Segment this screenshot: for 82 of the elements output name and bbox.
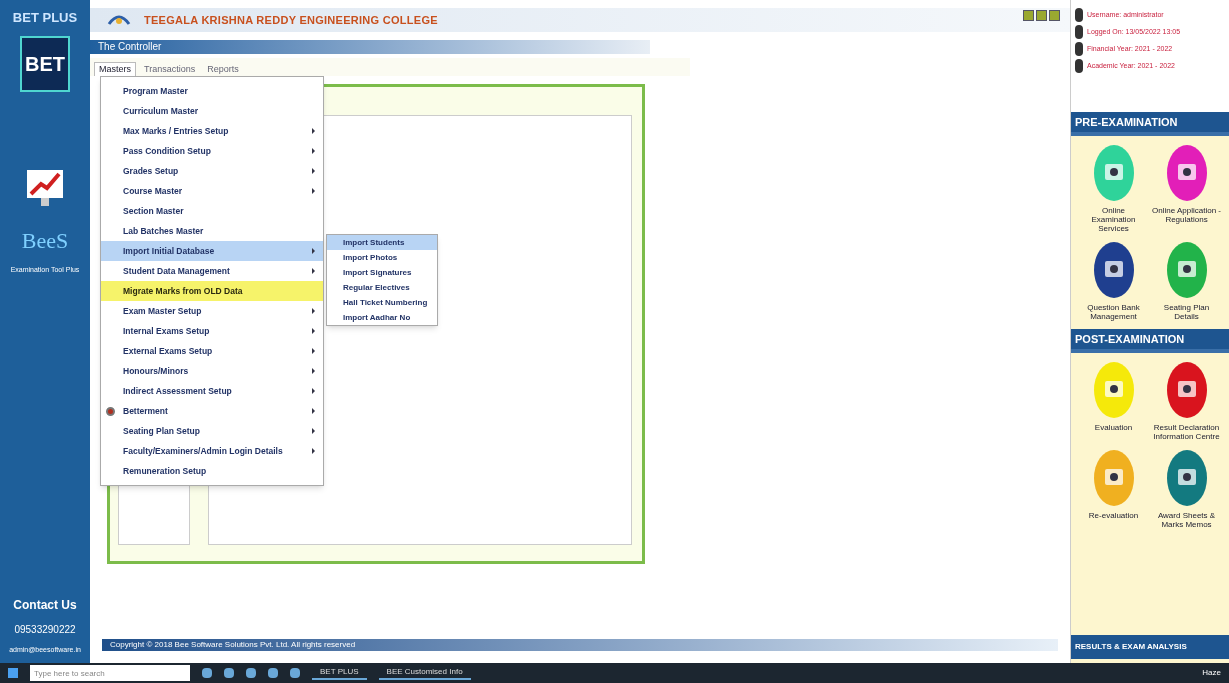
search-field[interactable]: Type here to search xyxy=(30,665,190,681)
menu-item[interactable]: External Exams Setup xyxy=(101,341,323,361)
submenu-item[interactable]: Import Students xyxy=(327,235,437,250)
menu-item[interactable]: Max Marks / Entries Setup xyxy=(101,121,323,141)
menu-item[interactable]: Betterment xyxy=(101,401,323,421)
taskbar-app-icon[interactable] xyxy=(268,668,278,678)
menu-item[interactable]: Course Master xyxy=(101,181,323,201)
taskbar-app[interactable]: BEE Customised Info xyxy=(378,666,471,680)
section-header: RESULTS & EXAM ANALYSIS xyxy=(1071,635,1229,659)
submenu-item[interactable]: Regular Electives xyxy=(327,280,437,295)
submenu-arrow-icon xyxy=(312,448,315,454)
menu-tab[interactable]: Reports xyxy=(203,62,243,76)
menu-item[interactable]: Indirect Assessment Setup xyxy=(101,381,323,401)
submenu-arrow-icon xyxy=(312,128,315,134)
submenu-arrow-icon xyxy=(312,328,315,334)
submenu-arrow-icon xyxy=(312,248,315,254)
submenu-item[interactable]: Import Signatures xyxy=(327,265,437,280)
tile-label[interactable]: Re-evaluation xyxy=(1088,511,1139,520)
college-name: TEEGALA KRISHNA REDDY ENGINEERING COLLEGE xyxy=(144,12,438,28)
submenu-arrow-icon xyxy=(312,268,315,274)
tile-label[interactable]: Result Declaration Information Centre xyxy=(1152,423,1221,441)
menu-tab[interactable]: Masters xyxy=(94,61,136,76)
product-name: BeeS xyxy=(21,226,69,255)
tile-icon[interactable] xyxy=(1092,449,1135,507)
tile-label[interactable]: Online Application - Regulations xyxy=(1152,206,1221,224)
product-badge: BET xyxy=(20,35,70,92)
tile-label[interactable]: Online Examination Services xyxy=(1079,206,1148,233)
title-bar: The Controller xyxy=(90,40,650,54)
menu-item[interactable]: Remuneration Setup xyxy=(101,461,323,481)
footer-bar: Copyright © 2018 Bee Software Solutions Pvt. Ltd. All rights reserved xyxy=(102,639,1058,651)
submenu-arrow-icon xyxy=(312,188,315,194)
menu-item[interactable]: Student Data Management xyxy=(101,261,323,281)
tile-label[interactable]: Question Bank Management xyxy=(1079,303,1148,321)
taskbar-app-icon[interactable] xyxy=(202,668,212,678)
section-title: PRE-EXAMINATION xyxy=(1075,114,1178,130)
menu-item[interactable]: Seating Plan Setup xyxy=(101,421,323,441)
submenu-arrow-icon xyxy=(312,148,315,154)
submenu-arrow-icon xyxy=(312,168,315,174)
submenu-arrow-icon xyxy=(312,428,315,434)
submenu-item[interactable]: Import Photos xyxy=(327,250,437,265)
tile-label[interactable]: Award Sheets & Marks Memos xyxy=(1152,511,1221,529)
phone-number: 09533290222 xyxy=(14,622,76,637)
menu-item[interactable]: Faculty/Examiners/Admin Login Details xyxy=(101,441,323,461)
chart-icon xyxy=(25,167,65,208)
tile-icon[interactable] xyxy=(1092,144,1135,202)
submenu-arrow-icon xyxy=(312,308,315,314)
menu-item[interactable]: Migrate Marks from OLD Data xyxy=(101,281,323,301)
menu-item[interactable]: Lab Batches Master xyxy=(101,221,323,241)
submenu-item[interactable]: Import Aadhar No xyxy=(327,310,437,325)
submenu-arrow-icon xyxy=(312,408,315,414)
tile-icon[interactable] xyxy=(1165,241,1208,299)
menu-item[interactable]: Program Master xyxy=(101,81,323,101)
menu-item[interactable]: Pass Condition Setup xyxy=(101,141,323,161)
tile-label[interactable]: Seating Plan Details xyxy=(1152,303,1221,321)
menu-item[interactable]: Grades Setup xyxy=(101,161,323,181)
submenu-arrow-icon xyxy=(312,348,315,354)
tile-icon[interactable] xyxy=(1165,144,1208,202)
tile-label[interactable]: Evaluation xyxy=(1094,423,1133,432)
menu-item[interactable]: Honours/Minors xyxy=(101,361,323,381)
taskbar-app[interactable]: BET PLUS xyxy=(312,666,367,680)
submenu-arrow-icon xyxy=(312,368,315,374)
menu-item[interactable]: Exam Master Setup xyxy=(101,301,323,321)
betterment-icon xyxy=(106,406,115,416)
menu-item[interactable]: Section Master xyxy=(101,201,323,221)
section-title: POST-EXAMINATION xyxy=(1075,331,1185,347)
start-icon[interactable] xyxy=(8,668,18,678)
menu-item[interactable]: Curriculum Master xyxy=(101,101,323,121)
tile-icon[interactable] xyxy=(1092,361,1135,419)
weather-text: Haze xyxy=(1202,667,1221,679)
menu-tab[interactable]: Transactions xyxy=(140,62,200,76)
tile-icon[interactable] xyxy=(1165,361,1208,419)
menu-item[interactable]: Internal Exams Setup xyxy=(101,321,323,341)
tile-icon[interactable] xyxy=(1165,449,1208,507)
tile-icon[interactable] xyxy=(1092,241,1135,299)
taskbar-app-icon[interactable] xyxy=(224,668,234,678)
contact-title: Contact Us xyxy=(13,596,77,614)
taskbar-app-icon[interactable] xyxy=(246,668,256,678)
submenu-item[interactable]: Hall Ticket Numbering xyxy=(327,295,437,310)
submenu-arrow-icon xyxy=(312,388,315,394)
menu-item[interactable]: Import Initial Database xyxy=(101,241,323,261)
brand-name: BET PLUS xyxy=(12,9,78,27)
taskbar-app-icon[interactable] xyxy=(290,668,300,678)
